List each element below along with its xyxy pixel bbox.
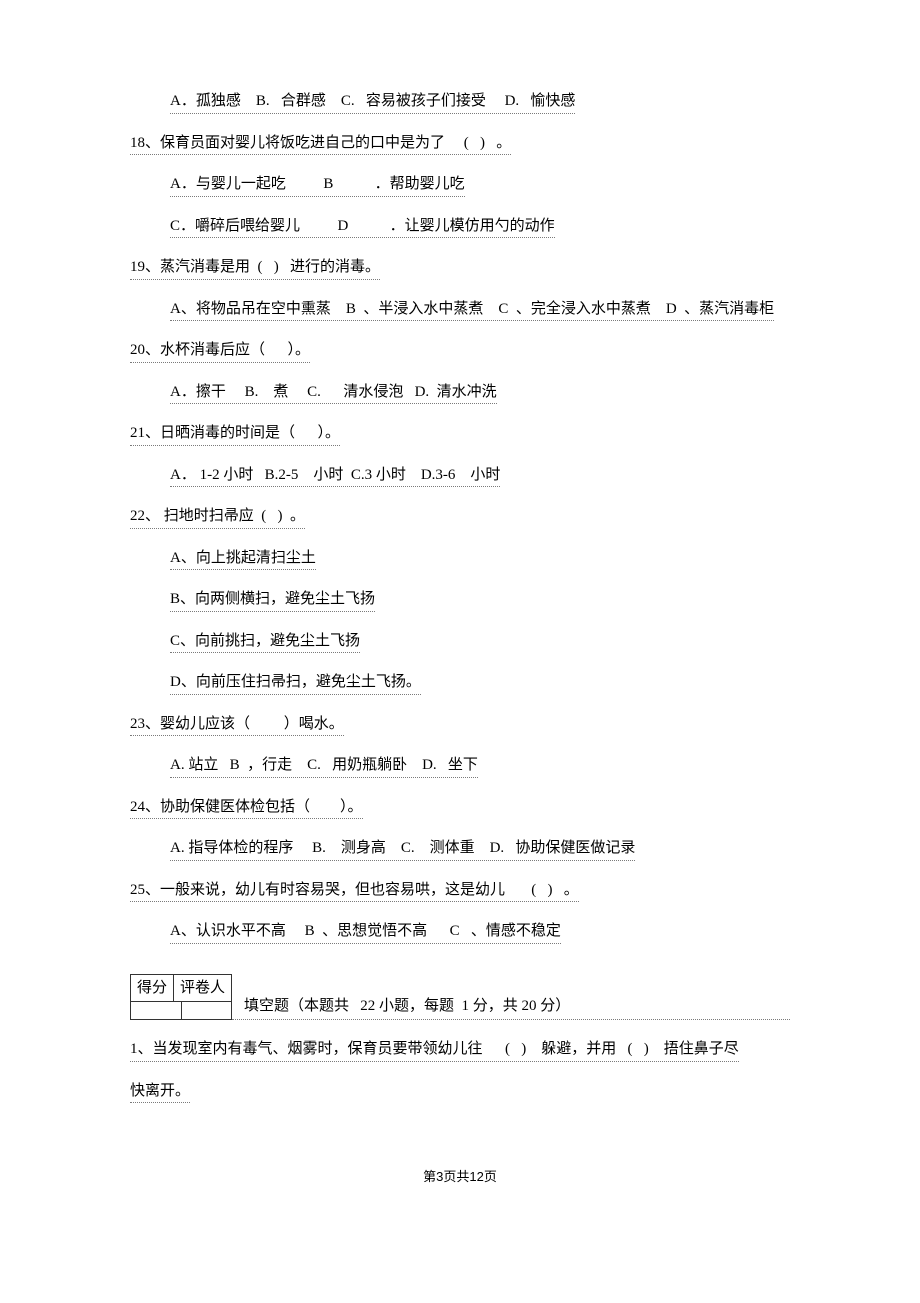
q22-option-b: B、向两侧横扫，避免尘土飞扬 — [170, 588, 375, 612]
q24-stem: 24、协助保健医体检包括（ ）。 — [130, 796, 363, 820]
section-header-row: 得分 评卷人 填空题（本题共 22 小题，每题 1 分，共 20 分） — [130, 974, 790, 1021]
score-label: 得分 — [130, 974, 174, 1003]
score-value-cell — [130, 1002, 182, 1020]
q19-stem: 19、蒸汽消毒是用 ( ) 进行的消毒。 — [130, 256, 380, 280]
q18-options-row1: A．与婴儿一起吃 B ．帮助婴儿吃 — [170, 173, 465, 197]
q19-options: A、将物品吊在空中熏蒸 B 、半浸入水中蒸煮 C 、完全浸入水中蒸煮 D 、蒸汽… — [170, 298, 774, 322]
score-box: 得分 评卷人 — [130, 974, 232, 1021]
q20-options: A．擦干 B. 煮 C. 清水侵泡 D. 清水冲洗 — [170, 381, 497, 405]
page-footer: 第3页共12页 — [130, 1167, 790, 1187]
q22-option-a: A、向上挑起清扫尘土 — [170, 547, 316, 571]
q25-options: A、认识水平不高 B 、思想觉悟不高 C 、情感不稳定 — [170, 920, 561, 944]
q23-stem: 23、婴幼儿应该（ ）喝水。 — [130, 713, 344, 737]
q21-options: A． 1-2 小时 B.2-5 小时 C.3 小时 D.3-6 小时 — [170, 464, 500, 488]
s2-q1-line2: 快离开。 — [130, 1080, 190, 1104]
q22-stem: 22、 扫地时扫帚应 ( ) 。 — [130, 505, 305, 529]
q18-stem: 18、保育员面对婴儿将饭吃进自己的口中是为了 ( ) 。 — [130, 132, 511, 156]
q22-option-c: C、向前挑扫，避免尘土飞扬 — [170, 630, 360, 654]
q21-stem: 21、日晒消毒的时间是（ ）。 — [130, 422, 340, 446]
grader-label: 评卷人 — [174, 974, 232, 1003]
q24-options: A. 指导体检的程序 B. 测身高 C. 测体重 D. 协助保健医做记录 — [170, 837, 635, 861]
q18-options-row2: C．嚼碎后喂给婴儿 D ．让婴儿模仿用勺的动作 — [170, 215, 555, 239]
q20-stem: 20、水杯消毒后应（ ）。 — [130, 339, 310, 363]
q25-stem: 25、一般来说，幼儿有时容易哭，但也容易哄，这是幼儿 ( ) 。 — [130, 879, 579, 903]
q22-option-d: D、向前压住扫帚扫，避免尘土飞扬。 — [170, 671, 421, 695]
section-title: 填空题（本题共 22 小题，每题 1 分，共 20 分） — [232, 995, 790, 1021]
q17-options: A．孤独感 B. 合群感 C. 容易被孩子们接受 D. 愉快感 — [170, 90, 575, 114]
grader-value-cell — [182, 1002, 233, 1020]
s2-q1-line1: 1、当发现室内有毒气、烟雾时，保育员要带领幼儿往 ( ) 躲避，并用 ( ) 捂… — [130, 1038, 739, 1062]
q23-options: A. 站立 B ，行走 C. 用奶瓶躺卧 D. 坐下 — [170, 754, 478, 778]
